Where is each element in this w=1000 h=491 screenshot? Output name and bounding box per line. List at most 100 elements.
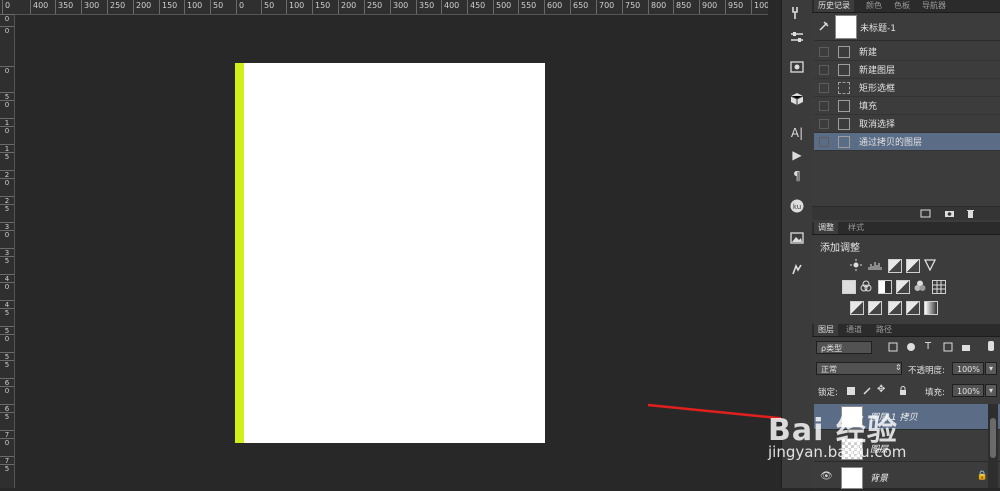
document-icon bbox=[838, 118, 850, 130]
opacity-input[interactable]: 100% bbox=[952, 362, 984, 375]
layer-row-selected[interactable]: 图层 1 拷贝 bbox=[814, 404, 1000, 430]
3d-cube-icon[interactable] bbox=[787, 92, 807, 110]
history-item[interactable]: 新建图层 bbox=[814, 61, 1000, 79]
panel-icon-strip: A| ▶ ¶ ku bbox=[781, 0, 813, 488]
document-canvas[interactable] bbox=[235, 63, 545, 443]
brightness-icon[interactable] bbox=[850, 259, 862, 271]
sliders-icon[interactable] bbox=[787, 30, 807, 48]
layer-kind-filter[interactable]: ρ类型 bbox=[816, 341, 872, 354]
trash-icon[interactable] bbox=[966, 209, 975, 218]
history-item[interactable]: 新建 bbox=[814, 43, 1000, 61]
tab-color[interactable]: 颜色 bbox=[862, 0, 886, 12]
history-snapshot[interactable]: 未标题-1 bbox=[814, 13, 1000, 41]
ruler-tick: 0 bbox=[0, 386, 14, 395]
opacity-dropdown-button[interactable]: ▾ bbox=[985, 362, 997, 375]
right-panels: 历史记录 颜色 色板 导航器 未标题-1 新建 新建图层 矩形选框 填充 取消选… bbox=[812, 0, 1000, 491]
camera-icon[interactable] bbox=[944, 209, 955, 218]
curves-icon[interactable] bbox=[888, 259, 902, 273]
ruler-tick: 0 bbox=[2, 0, 10, 14]
history-item-selected[interactable]: 通过拷贝的图层 bbox=[814, 133, 1000, 151]
ruler-tick: 100 bbox=[184, 0, 202, 14]
snapshot-thumbnail bbox=[835, 15, 857, 39]
ruler-tick: 0 bbox=[0, 230, 14, 239]
history-item-label: 填充 bbox=[859, 102, 878, 112]
image-icon[interactable] bbox=[787, 231, 807, 249]
tab-swatches[interactable]: 色板 bbox=[890, 0, 914, 12]
extension-icon[interactable]: ku bbox=[787, 199, 807, 217]
threshold-icon[interactable] bbox=[888, 301, 902, 315]
layer-row[interactable]: 图层 bbox=[814, 436, 1000, 462]
history-checkbox[interactable] bbox=[819, 119, 829, 129]
scrollbar-thumb[interactable] bbox=[990, 418, 996, 458]
blend-mode-select[interactable]: 正常 bbox=[816, 362, 902, 375]
lock-all-icon[interactable] bbox=[898, 386, 908, 396]
color-balance-icon[interactable] bbox=[860, 280, 872, 292]
filter-adjustment-icon[interactable] bbox=[906, 342, 916, 352]
ruler-tick: 0 bbox=[0, 438, 14, 447]
filter-pixel-icon[interactable] bbox=[888, 342, 898, 352]
ruler-tick: 150 bbox=[312, 0, 330, 14]
history-checkbox[interactable] bbox=[819, 101, 829, 111]
layers-panel-tabs: 图层 通道 路径 bbox=[812, 324, 1000, 337]
fill-dropdown-button[interactable]: ▾ bbox=[985, 384, 997, 397]
history-item[interactable]: 取消选择 bbox=[814, 115, 1000, 133]
hue-saturation-icon[interactable] bbox=[842, 280, 856, 294]
history-item-label: 新建 bbox=[859, 48, 878, 58]
black-white-icon[interactable] bbox=[878, 280, 892, 294]
levels-icon[interactable] bbox=[868, 259, 882, 271]
new-document-from-state-icon[interactable] bbox=[920, 209, 931, 218]
filter-smart-object-icon[interactable] bbox=[961, 342, 971, 352]
character-icon[interactable]: A| bbox=[787, 124, 807, 142]
history-item[interactable]: 矩形选框 bbox=[814, 79, 1000, 97]
history-checkbox[interactable] bbox=[819, 83, 829, 93]
ruler-tick: 0 bbox=[0, 66, 14, 75]
pen-icon[interactable] bbox=[787, 262, 807, 280]
tab-styles[interactable]: 样式 bbox=[844, 222, 868, 234]
gradient-map-icon[interactable] bbox=[924, 301, 938, 315]
ruler-tick: 5 bbox=[0, 464, 14, 473]
history-item[interactable]: 填充 bbox=[814, 97, 1000, 115]
fill-input[interactable]: 100% bbox=[952, 384, 984, 397]
ruler-tick: 400 bbox=[441, 0, 459, 14]
vibrance-icon[interactable] bbox=[923, 259, 937, 272]
layer-row[interactable]: 👁 背景 🔒 bbox=[814, 465, 1000, 491]
invert-icon[interactable] bbox=[850, 301, 864, 315]
brush-settings-icon[interactable] bbox=[787, 6, 807, 24]
filter-type-icon[interactable]: T bbox=[925, 341, 931, 352]
play-icon[interactable]: ▶ bbox=[787, 146, 807, 164]
tab-adjustments[interactable]: 调整 bbox=[814, 222, 838, 234]
ruler-tick: 1000 bbox=[751, 0, 768, 14]
filter-toggle-icon[interactable] bbox=[988, 341, 994, 351]
lock-position-icon[interactable]: ✥ bbox=[877, 384, 885, 395]
ruler-tick: 750 bbox=[622, 0, 640, 14]
tab-layers[interactable]: 图层 bbox=[814, 324, 838, 336]
channel-mixer-icon[interactable] bbox=[914, 280, 926, 292]
history-checkbox[interactable] bbox=[819, 65, 829, 75]
history-item-label: 通过拷贝的图层 bbox=[859, 138, 923, 148]
visibility-eye-icon[interactable] bbox=[820, 410, 832, 422]
paragraph-icon[interactable]: ¶ bbox=[787, 167, 807, 185]
exposure-icon[interactable] bbox=[906, 259, 920, 273]
clone-source-icon[interactable] bbox=[787, 60, 807, 78]
color-lookup-icon[interactable] bbox=[932, 280, 946, 294]
filter-shape-icon[interactable] bbox=[943, 342, 953, 352]
tab-paths[interactable]: 路径 bbox=[872, 324, 896, 336]
posterize-icon[interactable] bbox=[868, 301, 882, 315]
lock-image-icon[interactable] bbox=[862, 386, 872, 396]
selective-color-icon[interactable] bbox=[906, 301, 920, 315]
visibility-eye-icon[interactable]: 👁 bbox=[820, 471, 833, 483]
ruler-tick: 50 bbox=[210, 0, 223, 14]
tab-channels[interactable]: 通道 bbox=[842, 324, 866, 336]
lock-transparent-icon[interactable] bbox=[846, 386, 856, 396]
lock-icon: 🔒 bbox=[976, 471, 988, 481]
visibility-eye-icon[interactable] bbox=[820, 442, 832, 454]
photo-filter-icon[interactable] bbox=[896, 280, 910, 294]
tab-navigator[interactable]: 导航器 bbox=[918, 0, 950, 12]
ruler-tick: 350 bbox=[55, 0, 73, 14]
ruler-tick: 5 bbox=[0, 412, 14, 421]
history-checkbox[interactable] bbox=[819, 47, 829, 57]
history-checkbox[interactable] bbox=[819, 137, 829, 147]
layers-scrollbar[interactable] bbox=[988, 404, 998, 488]
history-footer bbox=[812, 206, 1000, 220]
tab-history[interactable]: 历史记录 bbox=[814, 0, 854, 12]
